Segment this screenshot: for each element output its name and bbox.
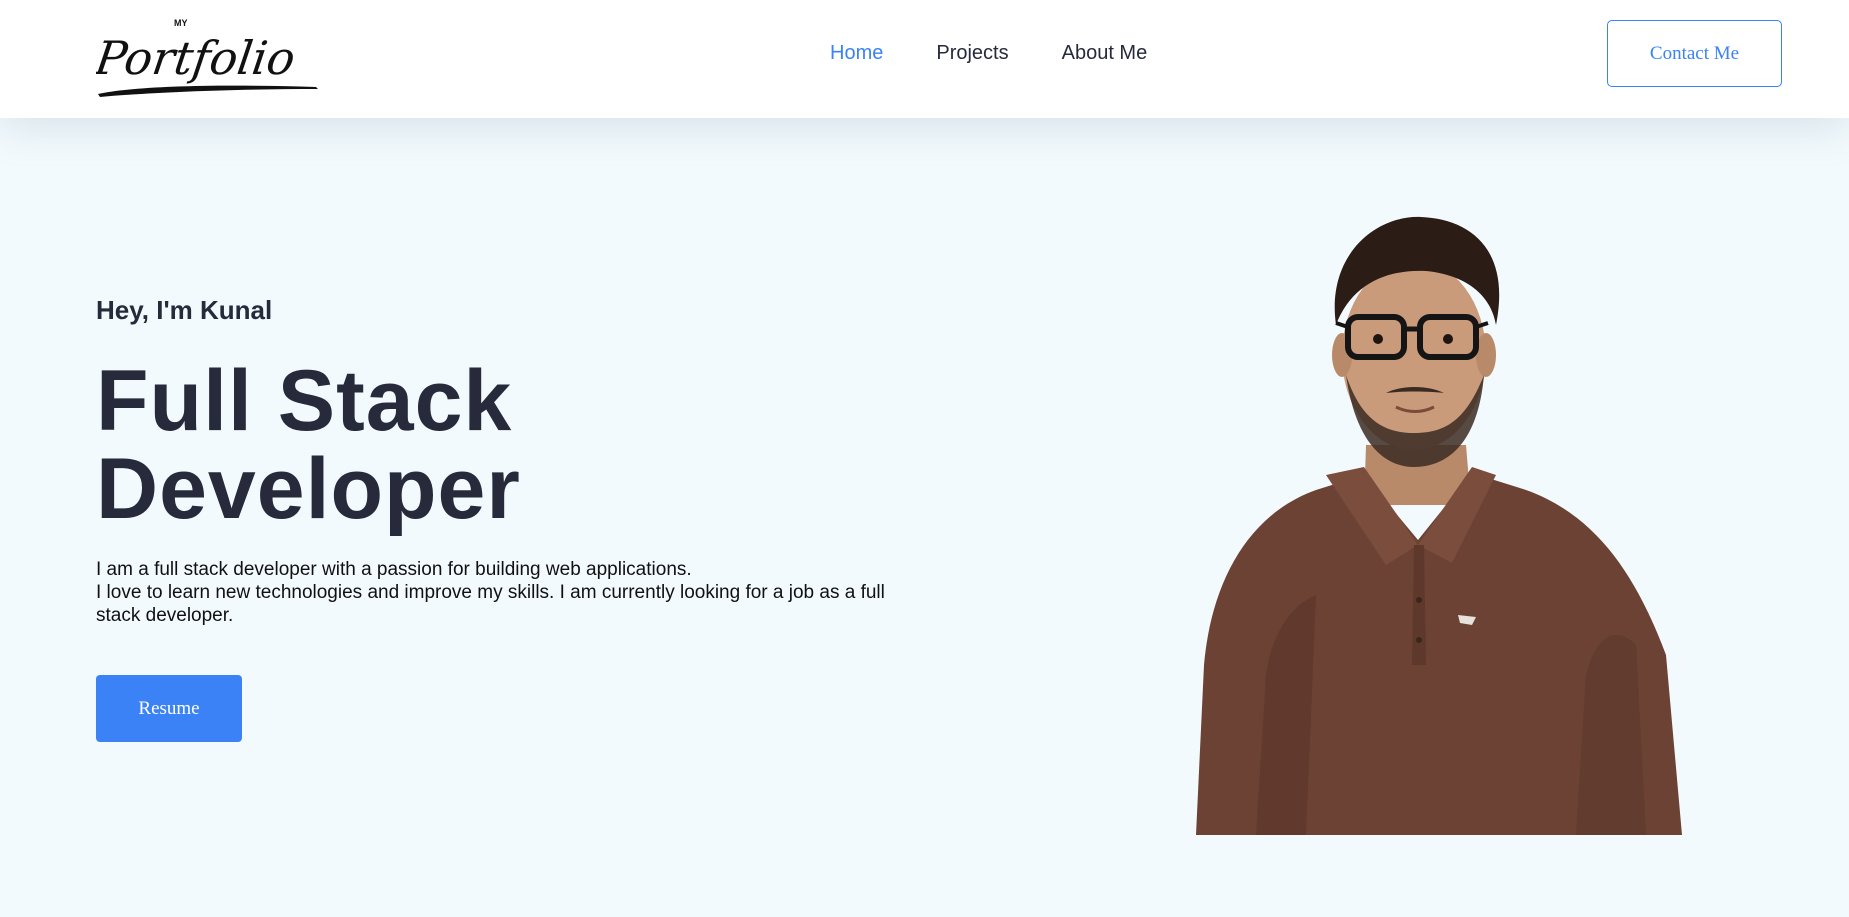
headline-line-2: Developer (96, 441, 521, 537)
logo-artwork: MY Portfolio (96, 18, 318, 97)
hero-headline: Full Stack Developer (96, 357, 521, 533)
logo-brush-stroke (98, 85, 318, 97)
nav-projects-link[interactable]: Projects (936, 40, 1008, 66)
description-line-1: I am a full stack developer with a passi… (96, 559, 692, 580)
hero-greeting: Hey, I'm Kunal (96, 295, 273, 325)
portrait-illustration (1196, 216, 1682, 835)
headline-line-1: Full Stack (96, 353, 513, 449)
portfolio-page: MY Portfolio Home Projects About Me Cont… (0, 0, 1849, 917)
logo-script-text: Portfolio (96, 31, 299, 85)
hero-intro: Hey, I'm Kunal Full Stack Developer I am… (96, 290, 916, 742)
logo-small-text: MY (174, 18, 188, 28)
main-nav: Home Projects About Me (830, 40, 1147, 66)
site-header: MY Portfolio Home Projects About Me Cont… (0, 0, 1849, 118)
hero-description: I am a full stack developer with a passi… (96, 558, 916, 627)
nav-about-link[interactable]: About Me (1062, 40, 1148, 66)
nav-home-link[interactable]: Home (830, 40, 883, 66)
profile-photo (1196, 205, 1682, 835)
description-line-2: I love to learn new technologies and imp… (96, 582, 885, 626)
portfolio-logo[interactable]: MY Portfolio (96, 14, 326, 104)
contact-me-button[interactable]: Contact Me (1607, 20, 1782, 87)
resume-button[interactable]: Resume (96, 675, 242, 742)
